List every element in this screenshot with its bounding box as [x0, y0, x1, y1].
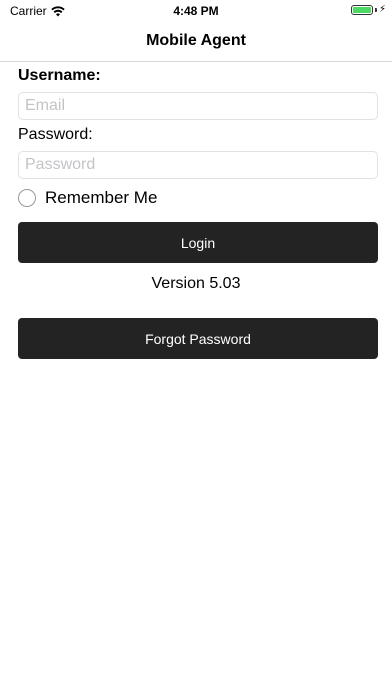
password-field[interactable]: [18, 151, 378, 179]
battery-level-fill: [352, 7, 371, 13]
page-title: Mobile Agent: [146, 32, 246, 49]
email-field[interactable]: [18, 92, 378, 120]
version-label: Version 5.03: [151, 275, 241, 292]
remember-me-radio[interactable]: [18, 189, 36, 207]
remember-me-toggle[interactable]: Remember Me: [18, 188, 157, 208]
status-bar: Carrier 4:48 PM ⚡: [0, 0, 392, 22]
password-label: Password:: [18, 126, 93, 143]
username-label: Username:: [18, 67, 101, 84]
battery-icon: [350, 5, 373, 15]
bolt-icon: ⚡: [378, 4, 386, 15]
navigation-bar: Mobile Agent: [0, 22, 392, 62]
battery-indicator: ⚡: [350, 4, 386, 15]
login-button[interactable]: Login: [18, 222, 378, 263]
login-screen: Carrier 4:48 PM ⚡ Mobile Agent Username:…: [0, 0, 392, 696]
status-time: 4:48 PM: [173, 4, 219, 18]
forgot-password-button[interactable]: Forgot Password: [18, 318, 378, 359]
battery-nub: [374, 8, 377, 12]
remember-me-label: Remember Me: [45, 188, 158, 207]
